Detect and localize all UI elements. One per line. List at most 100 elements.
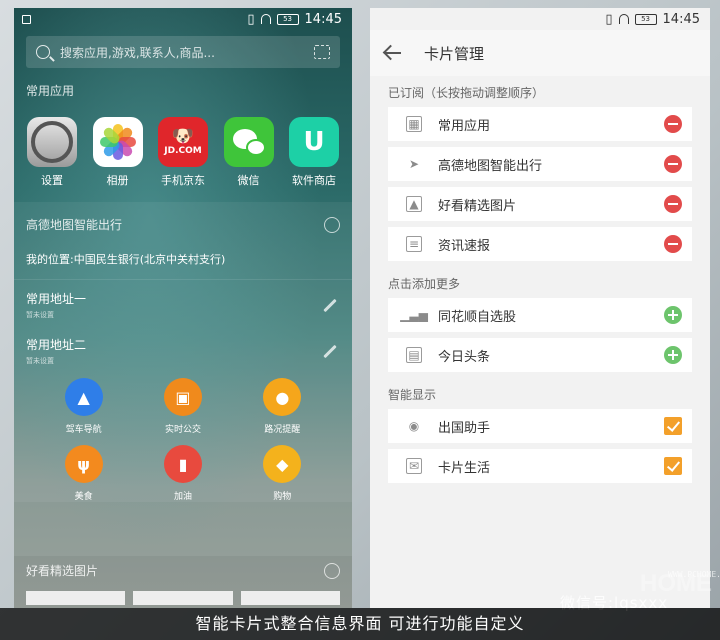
card-row-frequent-apps[interactable]: ▦ 常用应用: [388, 107, 692, 141]
search-icon: [36, 45, 50, 59]
page-title: 卡片管理: [424, 44, 485, 63]
app-label: 设置: [41, 174, 63, 187]
status-bar: ▯ 53 14:45: [14, 8, 352, 30]
stock-chart-icon: ▁▃▅: [400, 308, 428, 322]
add-button[interactable]: [664, 346, 682, 364]
status-bar: ▯ 53 14:45: [370, 8, 710, 30]
app-header: 卡片管理: [370, 30, 710, 76]
my-location[interactable]: 我的位置:中国民生银行(北京中关村支行): [14, 241, 352, 280]
refresh-icon[interactable]: [324, 562, 340, 579]
bus-icon: ▣: [163, 378, 202, 416]
shopping-tag-icon: ◆: [263, 445, 302, 483]
shortcut-label: 实时公交: [164, 425, 201, 435]
toutiao-icon: ▤: [406, 347, 422, 363]
grid-icon: ▦: [406, 116, 422, 132]
jd-icon: 🐶 JD.COM: [158, 117, 208, 167]
wifi-icon: [618, 14, 629, 24]
picture-thumbnail[interactable]: [26, 591, 126, 605]
photos-icon: [92, 117, 143, 167]
search-bar[interactable]: 搜索应用,游戏,联系人,商品...: [26, 36, 340, 68]
card-label: 卡片生活: [438, 460, 491, 476]
address-2[interactable]: 常用地址二 暂未设置: [14, 326, 352, 372]
app-store[interactable]: U 软件商店: [286, 117, 342, 188]
card-row-pictures[interactable]: ▲ 好看精选图片: [388, 187, 692, 221]
settings-icon: [27, 117, 77, 167]
card-row-toutiao[interactable]: ▤ 今日头条: [388, 338, 692, 372]
search-placeholder: 搜索应用,游戏,联系人,商品...: [60, 45, 215, 60]
caption: 智能卡片式整合信息界面 可进行功能自定义: [0, 608, 720, 640]
shortcut-shopping[interactable]: ◆ 购物: [242, 445, 322, 502]
remove-button[interactable]: [664, 155, 682, 173]
scan-icon[interactable]: [314, 45, 330, 59]
app-photos[interactable]: 相册: [90, 117, 146, 188]
shortcut-label: 加油: [173, 492, 192, 502]
fuel-icon: ▮: [163, 445, 202, 483]
traffic-light-icon: ●: [263, 378, 302, 416]
shortcut-label: 路况提醒: [264, 425, 301, 435]
card-label: 好看精选图片: [438, 198, 517, 214]
app-wechat[interactable]: 微信: [221, 117, 277, 188]
app-jd[interactable]: 🐶 JD.COM 手机京东: [155, 117, 211, 188]
wechat-icon: [223, 117, 274, 167]
pictures-card-header: 好看精选图片: [14, 556, 352, 587]
shortcut-food[interactable]: ψ 美食: [44, 445, 124, 502]
frequent-apps-row: 设置 相册 🐶 JD.COM 手机京东 微信 U 软件商店: [14, 109, 352, 198]
edit-icon[interactable]: [323, 298, 337, 312]
refresh-icon[interactable]: [324, 216, 340, 233]
watermark-site: WWW.PCHOME.NET: [668, 570, 720, 579]
address-sub: 暂未设置: [26, 357, 54, 365]
card-row-stocks[interactable]: ▁▃▅ 同花顺自选股: [388, 298, 692, 332]
card-label: 资讯速报: [438, 238, 491, 254]
shortcut-bus[interactable]: ▣ 实时公交: [143, 378, 223, 435]
add-button[interactable]: [664, 306, 682, 324]
card-label: 今日头条: [438, 349, 491, 365]
card-label: 常用应用: [438, 118, 491, 134]
pictures-card-title: 好看精选图片: [26, 564, 99, 578]
more-header: 点击添加更多: [388, 277, 461, 291]
address-sub: 暂未设置: [26, 311, 54, 319]
shortcut-row-1: ▲ 驾车导航 ▣ 实时公交 ● 路况提醒: [14, 372, 352, 435]
card-row-news[interactable]: ≡ 资讯速报: [388, 227, 692, 261]
app-label: 相册: [106, 174, 129, 187]
subscribed-header: 已订阅（长按拖动调整顺序）: [388, 86, 545, 100]
card-row-amap[interactable]: ➤ 高德地图智能出行: [388, 147, 692, 181]
shortcut-fuel[interactable]: ▮ 加油: [143, 445, 223, 502]
battery-icon: 53: [276, 13, 299, 25]
address-title: 常用地址二: [26, 338, 87, 352]
smart-header: 智能显示: [388, 388, 437, 402]
remove-button[interactable]: [664, 235, 682, 253]
globe-icon: ◉: [408, 419, 420, 433]
app-label: 软件商店: [292, 174, 336, 187]
paper-plane-icon: ➤: [408, 157, 420, 171]
remove-button[interactable]: [664, 115, 682, 133]
edit-icon[interactable]: [323, 344, 337, 358]
notification-icon: [22, 15, 31, 24]
shortcut-label: 美食: [74, 492, 93, 502]
card-row-travel-assistant[interactable]: ◉ 出国助手: [388, 409, 692, 443]
pictures-card: 好看精选图片: [14, 556, 352, 608]
remove-button[interactable]: [664, 195, 682, 213]
picture-thumbnail[interactable]: [240, 591, 340, 605]
enabled-checkbox[interactable]: [664, 457, 682, 475]
shortcut-row-2: ψ 美食 ▮ 加油 ◆ 购物: [14, 435, 352, 502]
shortcut-drive-nav[interactable]: ▲ 驾车导航: [44, 378, 124, 435]
app-settings[interactable]: 设置: [24, 117, 80, 188]
shortcut-label: 购物: [273, 492, 292, 502]
back-arrow-icon[interactable]: [384, 44, 402, 62]
navigation-arrow-icon: ▲: [64, 378, 103, 416]
address-1[interactable]: 常用地址一 暂未设置: [14, 280, 352, 326]
app-label: 手机京东: [161, 174, 205, 187]
card-label: 同花顺自选股: [438, 309, 517, 325]
picture-thumbnail[interactable]: [133, 591, 233, 605]
shortcut-traffic[interactable]: ● 路况提醒: [242, 378, 322, 435]
app-store-icon: U: [289, 117, 339, 167]
map-card-title: 高德地图智能出行: [26, 218, 123, 232]
card-row-card-life[interactable]: ✉ 卡片生活: [388, 449, 692, 483]
frequent-apps-title: 常用应用: [26, 84, 75, 98]
enabled-checkbox[interactable]: [664, 417, 682, 435]
ticket-icon: ✉: [406, 458, 422, 474]
status-time: 14:45: [662, 11, 700, 27]
right-phone-screen: ▯ 53 14:45 卡片管理 已订阅（长按拖动调整顺序） ▦ 常用应用 ➤ 高…: [370, 8, 710, 608]
map-card-header: 高德地图智能出行: [14, 202, 352, 241]
app-label: 微信: [237, 174, 260, 187]
